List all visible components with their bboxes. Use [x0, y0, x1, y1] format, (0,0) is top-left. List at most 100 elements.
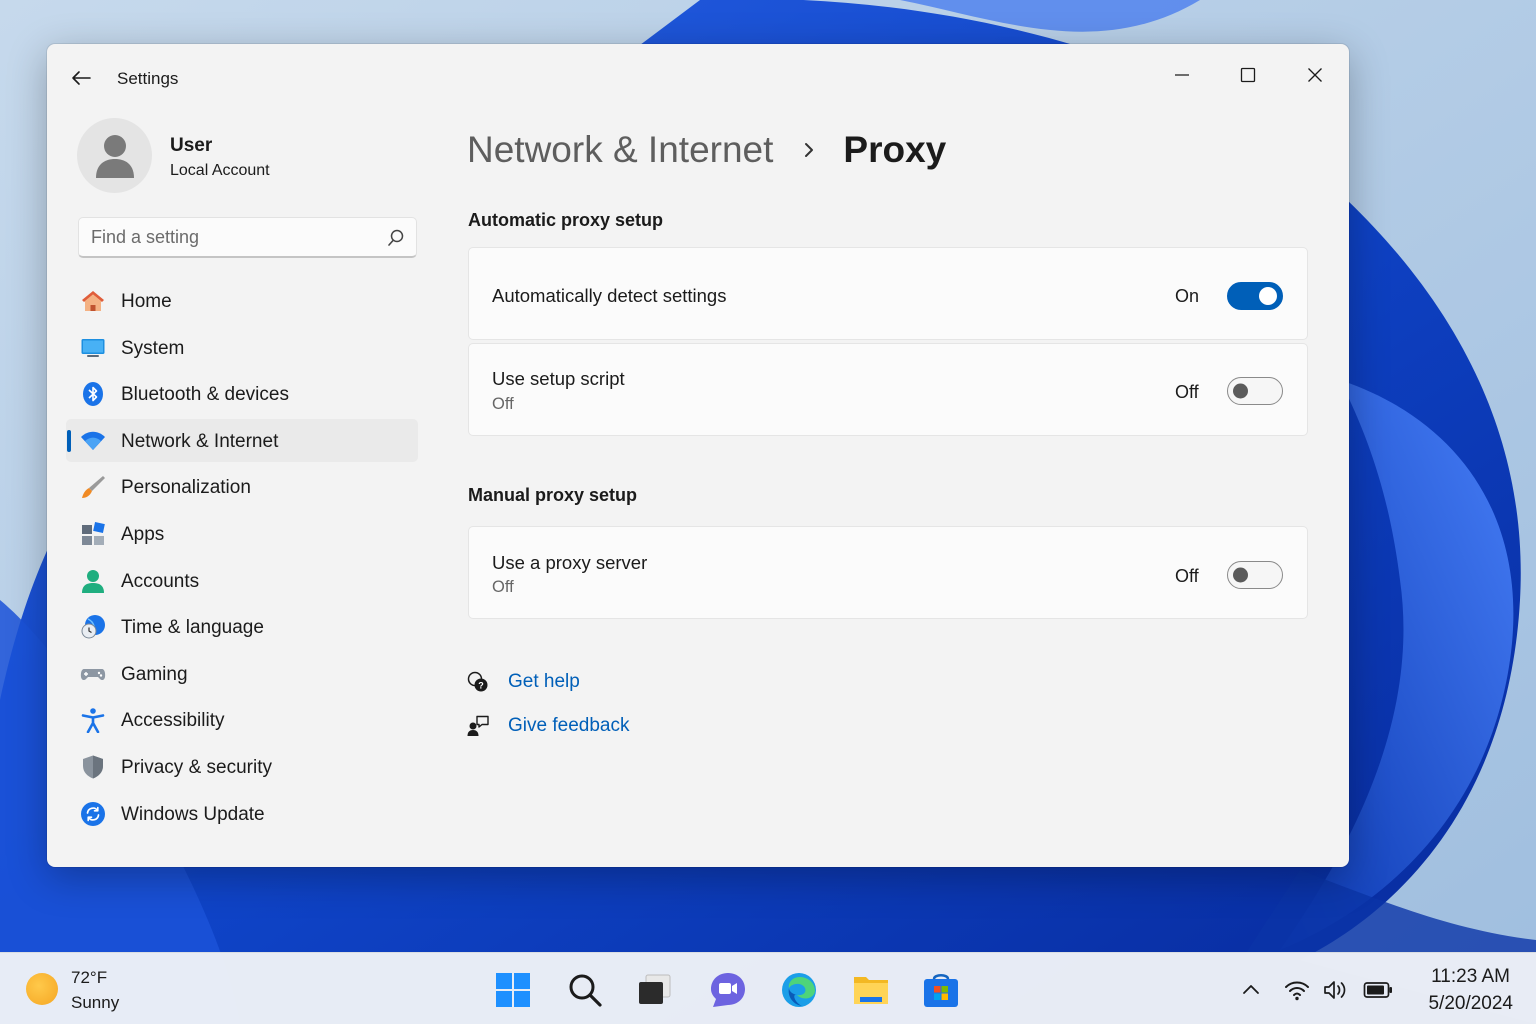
- sidebar-item-accessibility[interactable]: Accessibility: [66, 698, 418, 741]
- weather-condition: Sunny: [71, 993, 120, 1012]
- setting-card-proxy-server[interactable]: Use a proxy server Off Off: [468, 526, 1308, 619]
- toggle-knob: [1233, 383, 1248, 399]
- proxy-server-toggle[interactable]: [1227, 561, 1283, 589]
- accessibility-icon: [81, 708, 105, 734]
- sidebar-item-accounts[interactable]: Accounts: [66, 559, 418, 602]
- breadcrumb-parent[interactable]: Network & Internet: [467, 129, 773, 171]
- sidebar-item-label: Privacy & security: [121, 756, 272, 778]
- setting-subtitle: Off: [492, 578, 514, 596]
- task-view-button[interactable]: [634, 970, 674, 1010]
- title-bar: Settings: [47, 44, 1349, 110]
- battery-icon: [1363, 982, 1392, 998]
- section-title-manual: Manual proxy setup: [468, 485, 638, 505]
- account-type: Local Account: [170, 162, 270, 179]
- teams-chat-icon: [711, 973, 745, 1007]
- sun-icon: [26, 973, 58, 1005]
- sidebar-item-home[interactable]: Home: [66, 279, 418, 322]
- clock-date: 5/20/2024: [1428, 993, 1513, 1014]
- sidebar-item-label: Time & language: [121, 617, 264, 639]
- sidebar-item-label: Accessibility: [121, 710, 225, 732]
- update-icon: [81, 801, 105, 826]
- sidebar-item-network[interactable]: Network & Internet: [66, 418, 418, 462]
- user-profile[interactable]: User Local Account: [77, 118, 417, 194]
- accounts-icon: [82, 569, 104, 593]
- taskbar: 72°F Sunny 11:23 AM 5/20/2024: [0, 952, 1536, 1024]
- give-feedback-link[interactable]: Give feedback: [467, 712, 629, 740]
- bluetooth-icon: [83, 382, 103, 407]
- taskbar-search-button[interactable]: [565, 970, 605, 1010]
- sidebar-nav: Home System Bluetooth & devices Network …: [66, 279, 418, 838]
- sidebar-item-label: Apps: [121, 523, 165, 545]
- store-button[interactable]: [921, 970, 961, 1010]
- svg-text:?: ?: [478, 681, 484, 691]
- toggle-knob: [1233, 567, 1248, 583]
- search-icon[interactable]: [386, 228, 406, 248]
- section-title-automatic: Automatic proxy setup: [468, 210, 664, 230]
- start-button[interactable]: [493, 970, 533, 1010]
- clock-globe-icon: [81, 615, 105, 639]
- user-name: User: [170, 135, 213, 156]
- user-avatar-icon: [95, 134, 134, 178]
- gamepad-icon: [80, 668, 106, 680]
- file-explorer-button[interactable]: [851, 970, 891, 1010]
- get-help-text[interactable]: Get help: [508, 671, 580, 693]
- toggle-state-label: Off: [1175, 382, 1199, 402]
- toggle-knob: [1259, 287, 1277, 305]
- apps-icon: [82, 522, 105, 545]
- maximize-button[interactable]: [1215, 52, 1281, 98]
- file-explorer-icon: [854, 977, 888, 1004]
- clock-time: 11:23 AM: [1431, 966, 1510, 987]
- sidebar-item-label: Windows Update: [121, 803, 265, 825]
- maximize-icon: [1240, 67, 1256, 83]
- sidebar-item-time-language[interactable]: Time & language: [66, 605, 418, 648]
- sidebar-item-label: Bluetooth & devices: [121, 384, 289, 406]
- back-arrow-icon: [72, 71, 91, 85]
- feedback-icon: [467, 715, 489, 736]
- sidebar-item-label: Home: [121, 291, 172, 312]
- volume-icon: [1324, 981, 1346, 999]
- search-box: [78, 217, 417, 258]
- wifi-icon: [1285, 981, 1309, 1001]
- search-input[interactable]: [79, 218, 379, 256]
- home-icon: [82, 291, 104, 311]
- edge-button[interactable]: [779, 970, 819, 1010]
- close-icon: [1308, 68, 1322, 82]
- setting-subtitle: Off: [492, 395, 514, 413]
- close-button[interactable]: [1282, 52, 1348, 98]
- edge-icon: [782, 973, 816, 1007]
- sidebar-item-gaming[interactable]: Gaming: [66, 652, 418, 695]
- sidebar-item-bluetooth[interactable]: Bluetooth & devices: [66, 372, 418, 415]
- sidebar-item-label: Personalization: [121, 477, 251, 499]
- chevron-up-icon: [1243, 985, 1259, 994]
- back-button[interactable]: [67, 64, 95, 92]
- settings-window: Settings User Local Account Find a setti…: [47, 44, 1349, 867]
- setting-title: Automatically detect settings: [492, 285, 727, 306]
- battery-tray-button[interactable]: [1363, 975, 1393, 1005]
- sidebar-item-label: Accounts: [121, 570, 200, 592]
- setting-card-setup-script[interactable]: Use setup script Off Off: [468, 343, 1308, 436]
- sidebar-item-personalization[interactable]: Personalization: [66, 465, 418, 508]
- setting-card-auto-detect: Automatically detect settings On: [468, 247, 1308, 340]
- wifi-icon: [81, 431, 105, 450]
- search-icon: [569, 974, 602, 1007]
- sidebar-item-system[interactable]: System: [66, 326, 418, 369]
- toggle-state-label: On: [1175, 286, 1200, 306]
- store-icon: [924, 974, 958, 1007]
- setup-script-toggle[interactable]: [1227, 377, 1283, 405]
- show-hidden-icons-button[interactable]: [1236, 975, 1266, 1005]
- sidebar-item-windows-update[interactable]: Windows Update: [66, 792, 418, 835]
- auto-detect-toggle[interactable]: [1227, 282, 1283, 310]
- give-feedback-text[interactable]: Give feedback: [508, 715, 629, 737]
- minimize-button[interactable]: [1149, 52, 1215, 98]
- volume-tray-button[interactable]: [1321, 975, 1351, 1005]
- brush-icon: [82, 476, 105, 499]
- setting-title: Use a proxy server: [492, 552, 648, 573]
- window-title: Settings: [117, 69, 179, 88]
- teams-chat-button[interactable]: [708, 970, 748, 1010]
- sidebar-item-label: Gaming: [121, 663, 188, 685]
- sidebar-item-apps[interactable]: Apps: [66, 512, 418, 555]
- network-tray-button[interactable]: [1282, 975, 1312, 1005]
- page-title: Proxy: [843, 129, 947, 170]
- get-help-link[interactable]: ? Get help: [467, 668, 580, 696]
- sidebar-item-privacy-security[interactable]: Privacy & security: [66, 745, 418, 788]
